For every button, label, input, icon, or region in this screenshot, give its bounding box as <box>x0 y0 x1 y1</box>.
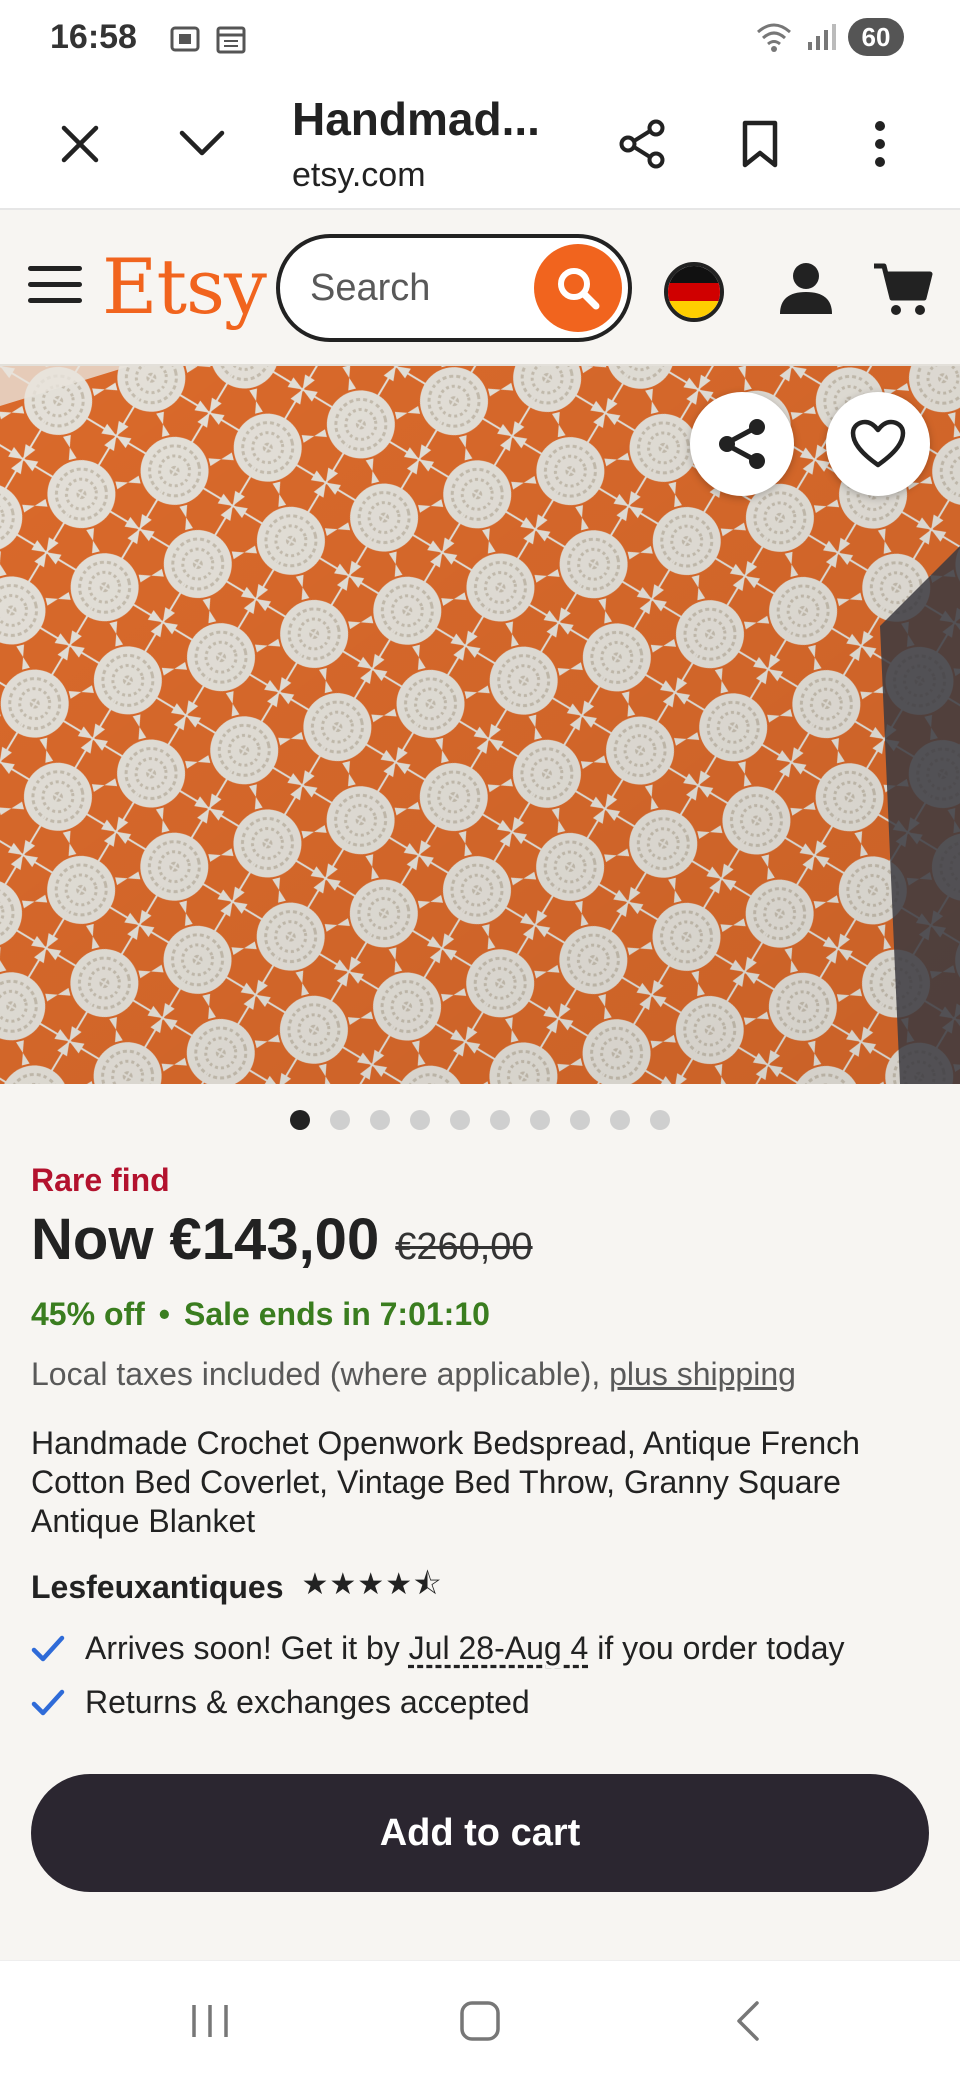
minimize-tab-button[interactable] <box>170 112 234 176</box>
recent-apps-icon <box>192 2005 228 2037</box>
delivery-text: Arrives soon! Get it by Jul 28-Aug 4 if … <box>85 1630 844 1667</box>
screenshot-icon <box>170 26 200 52</box>
etsy-logo[interactable]: Etsy <box>102 242 267 331</box>
sale-info: 45% off • Sale ends in 7:01:10 <box>31 1296 490 1333</box>
delivery-estimate: Arrives soon! Get it by Jul 28-Aug 4 if … <box>31 1630 844 1667</box>
checkmark-icon <box>31 1635 65 1661</box>
gallery-dot[interactable] <box>490 1110 510 1130</box>
chevron-down-icon <box>179 130 225 156</box>
status-bar: 16:58 60 <box>0 0 960 76</box>
delivery-dates-link[interactable]: Jul 28-Aug 4 <box>409 1630 589 1666</box>
gallery-dot[interactable] <box>570 1110 590 1130</box>
browser-toolbar: Handmad... etsy.com <box>0 76 960 210</box>
separator-dot: • <box>158 1296 170 1332</box>
price-row: Now €143,00 €260,00 <box>31 1206 533 1273</box>
heart-icon <box>850 419 906 468</box>
status-notification-icons <box>168 22 248 56</box>
original-price: €260,00 <box>395 1226 533 1268</box>
add-to-cart-button[interactable]: Add to cart <box>31 1774 929 1892</box>
recent-apps-button[interactable] <box>180 1995 240 2047</box>
german-flag-icon[interactable] <box>664 262 724 322</box>
account-icon[interactable] <box>776 258 836 318</box>
page-url: etsy.com <box>292 156 426 194</box>
calendar-icon <box>216 26 246 54</box>
cart-icon[interactable] <box>872 260 934 318</box>
share-listing-button[interactable] <box>690 392 794 496</box>
gallery-dot[interactable] <box>290 1110 310 1130</box>
shop-name-link[interactable]: Lesfeuxantiques <box>31 1569 284 1606</box>
gallery-dot[interactable] <box>370 1110 390 1130</box>
shipping-link[interactable]: plus shipping <box>609 1356 796 1392</box>
system-navigation-bar <box>0 1960 960 2080</box>
checkmark-icon <box>31 1689 65 1715</box>
shop-row: Lesfeuxantiques ★★★★⯪ <box>31 1562 443 1613</box>
share-icon <box>719 419 765 469</box>
close-tab-button[interactable] <box>48 112 112 176</box>
close-icon <box>61 125 99 163</box>
wifi-icon <box>757 23 791 52</box>
menu-button[interactable] <box>28 266 82 310</box>
hamburger-icon-line <box>28 282 82 287</box>
more-options-button[interactable] <box>848 112 912 176</box>
site-header: Etsy <box>0 210 960 366</box>
search-button[interactable] <box>534 244 622 332</box>
search-input[interactable] <box>310 262 510 314</box>
returns-info: Returns & exchanges accepted <box>31 1684 530 1721</box>
share-icon <box>619 119 665 169</box>
gallery-dot[interactable] <box>330 1110 350 1130</box>
hamburger-icon-line <box>28 298 82 303</box>
tax-note: Local taxes included (where applicable), <box>31 1356 610 1392</box>
status-time: 16:58 <box>50 18 137 56</box>
tax-shipping-note: Local taxes included (where applicable),… <box>31 1356 796 1393</box>
bookmark-button[interactable] <box>728 112 792 176</box>
signal-icon <box>808 24 836 50</box>
gallery-dot[interactable] <box>650 1110 670 1130</box>
back-button[interactable] <box>718 1995 778 2047</box>
gallery-dot[interactable] <box>450 1110 470 1130</box>
star-rating[interactable]: ★★★★⯪ <box>302 1562 443 1613</box>
page-title: Handmad... <box>292 93 540 145</box>
more-vertical-icon <box>875 121 885 167</box>
share-page-button[interactable] <box>610 112 674 176</box>
favorite-button[interactable] <box>826 392 930 496</box>
status-system-icons: 60 <box>754 18 904 56</box>
home-icon <box>460 2001 500 2041</box>
gallery-dot[interactable] <box>410 1110 430 1130</box>
gallery-dot[interactable] <box>530 1110 550 1130</box>
hamburger-icon-line <box>28 266 82 271</box>
sale-price: Now €143,00 <box>31 1207 380 1272</box>
gallery-dot[interactable] <box>610 1110 630 1130</box>
search-bar <box>276 234 632 342</box>
returns-text: Returns & exchanges accepted <box>85 1684 530 1720</box>
gallery-pagination <box>0 1110 960 1130</box>
product-photo-crochet-bedspread <box>0 366 960 1084</box>
back-icon <box>737 2001 759 2041</box>
delivery-prefix: Arrives soon! Get it by <box>85 1630 409 1666</box>
delivery-suffix: if you order today <box>588 1630 845 1666</box>
home-button[interactable] <box>450 1995 510 2047</box>
product-image-gallery[interactable] <box>0 366 960 1084</box>
discount-label: 45% off <box>31 1296 145 1332</box>
listing-title: Handmade Crochet Openwork Bedspread, Ant… <box>31 1425 860 1539</box>
rare-find-badge: Rare find <box>31 1162 170 1198</box>
search-icon <box>558 268 600 310</box>
bookmark-icon <box>742 120 778 168</box>
sale-countdown: Sale ends in 7:01:10 <box>184 1296 490 1332</box>
battery-indicator: 60 <box>848 18 904 56</box>
